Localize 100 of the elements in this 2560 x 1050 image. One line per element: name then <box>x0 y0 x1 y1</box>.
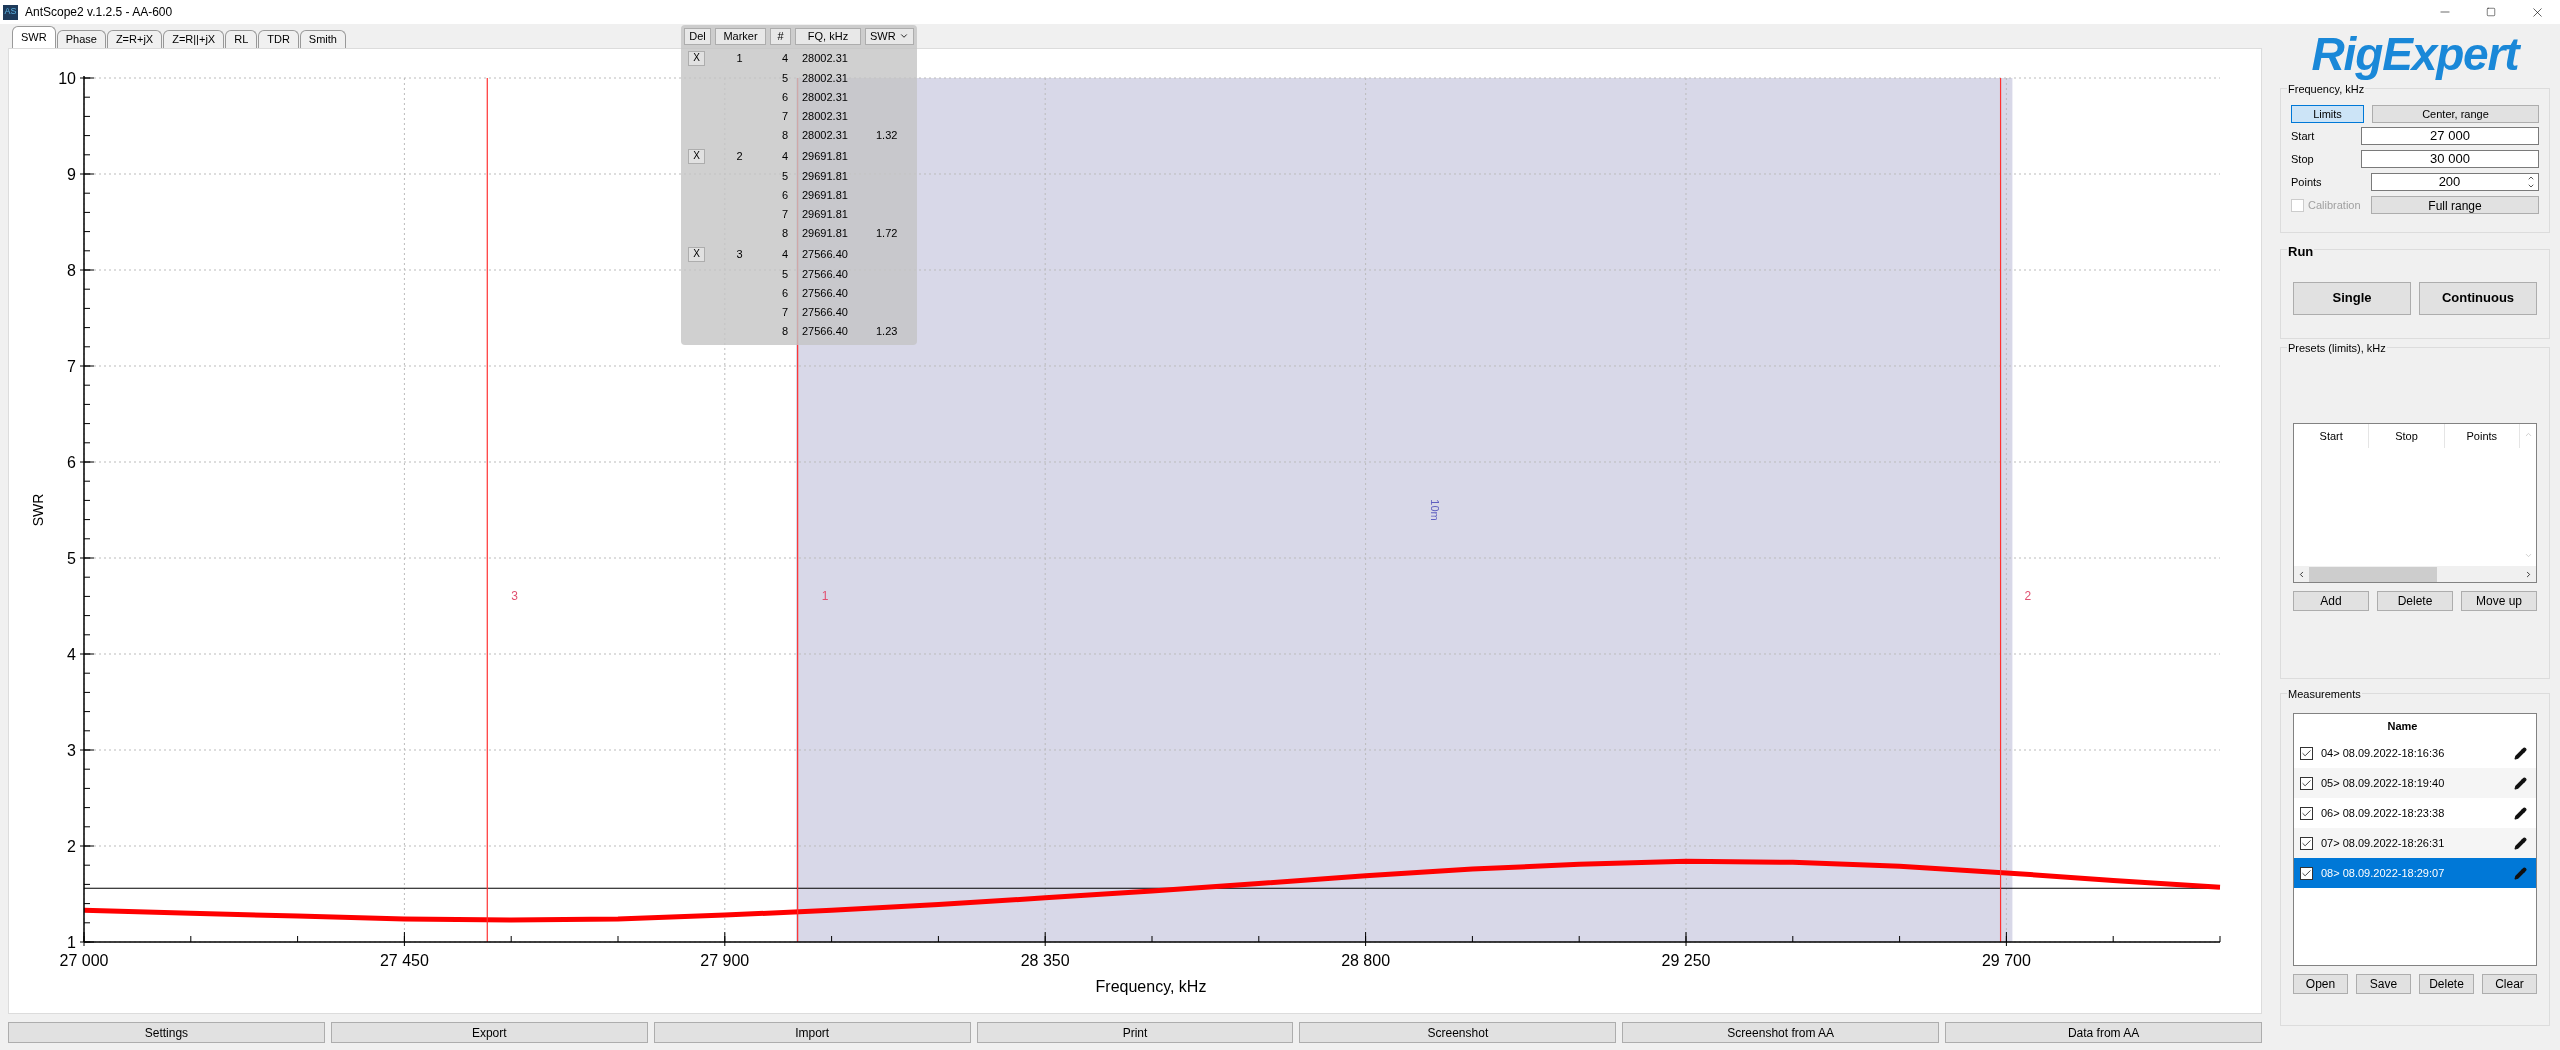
toolbar-button[interactable]: Settings <box>8 1022 325 1043</box>
run-button[interactable]: Single <box>2293 281 2411 315</box>
preset-button[interactable]: Add <box>2293 591 2369 611</box>
pencil-icon[interactable] <box>2514 746 2527 760</box>
checkbox[interactable] <box>2299 806 2313 820</box>
x-tick-label: 27 000 <box>59 952 109 969</box>
column-header[interactable]: Start <box>2294 424 2370 448</box>
table-cell-text: 29691.81 <box>802 188 848 204</box>
table-cell-text: 2 <box>736 148 743 164</box>
full-range-button[interactable]: Full range <box>2371 196 2539 214</box>
preset-button[interactable]: Move up <box>2461 591 2537 611</box>
table-cell-text: 6 <box>781 188 788 204</box>
checkbox[interactable] <box>2299 746 2313 760</box>
tab[interactable]: Z=R+jX <box>106 30 163 48</box>
column-header[interactable]: Points <box>2444 424 2520 448</box>
table-cell-text: 1 <box>736 50 743 66</box>
table-cell-text: 5 <box>781 71 788 87</box>
table-cell-text: 1.72 <box>876 226 898 242</box>
mode-button[interactable]: Limits <box>2291 105 2364 123</box>
x-axis-title: Frequency, kHz <box>1095 978 1207 995</box>
app-icon: AS <box>3 4 18 20</box>
marker-label: 3 <box>511 589 518 604</box>
table-cell-text: 27566.40 <box>802 324 848 340</box>
restore-icon <box>2486 7 2496 17</box>
table-cell-text: 28002.31 <box>802 50 848 66</box>
swr-column-selector[interactable]: SWR <box>865 27 914 45</box>
table-cell-text: 27566.40 <box>802 267 848 283</box>
table-cell-text: 1.32 <box>876 128 898 144</box>
table-cell-text: 8 <box>781 324 788 340</box>
measurement-row[interactable]: 05> 08.09.2022-18:19:40 <box>2294 768 2536 798</box>
window-title: AntScope2 v.1.2.5 - AA-600 <box>25 4 173 21</box>
toolbar-button[interactable]: Export <box>330 1022 648 1043</box>
column-header: FQ, kHz <box>795 27 861 45</box>
table-cell-text: 7 <box>781 109 788 125</box>
table-cell-text: 28002.31 <box>802 128 848 144</box>
measurement-row[interactable]: 08> 08.09.2022-18:29:07 <box>2294 858 2536 888</box>
column-header[interactable]: Name <box>2387 717 2418 735</box>
measurement-row[interactable]: 07> 08.09.2022-18:26:31 <box>2294 828 2536 858</box>
measurement-button[interactable]: Delete <box>2419 974 2474 994</box>
y-tick-label: 3 <box>67 742 76 759</box>
y-axis-title: SWR <box>30 493 46 527</box>
tab[interactable]: TDR <box>258 30 299 48</box>
y-tick-label: 10 <box>58 70 76 87</box>
checkbox[interactable] <box>2299 866 2313 880</box>
horizontal-scrollbar[interactable] <box>2294 566 2536 582</box>
spin-field[interactable]: 200 <box>2371 173 2539 191</box>
tab[interactable]: Z=R||+jX <box>163 30 225 48</box>
table-cell-text: 4 <box>781 246 788 262</box>
run-button[interactable]: Continuous <box>2419 281 2537 315</box>
measurement-button[interactable]: Clear <box>2482 974 2537 994</box>
table-cell-text: 27566.40 <box>802 286 848 302</box>
field-label: Start <box>2291 128 2316 144</box>
table-cell-text: 5 <box>781 267 788 283</box>
pencil-icon[interactable] <box>2514 836 2527 850</box>
tab[interactable]: RL <box>225 30 258 48</box>
pencil-icon[interactable] <box>2514 776 2527 790</box>
measurement-name: 07> 08.09.2022-18:26:31 <box>2320 835 2446 851</box>
input-field[interactable]: 30 000 <box>2361 150 2539 168</box>
toolbar-button[interactable]: Screenshot from AA <box>1622 1022 1940 1043</box>
y-tick-label: 5 <box>67 550 76 567</box>
scroll-left-icon[interactable] <box>2297 569 2306 579</box>
column-header: Del <box>684 27 711 45</box>
y-tick-label: 6 <box>67 454 76 471</box>
pencil-icon[interactable] <box>2514 806 2527 820</box>
remove-marker-button[interactable]: X <box>688 50 705 66</box>
remove-marker-button[interactable]: X <box>688 148 705 164</box>
toolbar-button[interactable]: Data from AA <box>1945 1022 2262 1043</box>
measurement-name: 06> 08.09.2022-18:23:38 <box>2320 805 2446 821</box>
checkbox[interactable] <box>2299 836 2313 850</box>
table-cell-text: 5 <box>781 169 788 185</box>
mode-button[interactable]: Center, range <box>2372 105 2539 123</box>
tab[interactable]: Smith <box>299 30 346 48</box>
preset-button[interactable]: Delete <box>2377 591 2453 611</box>
field-label: Stop <box>2291 151 2315 167</box>
column-header: # <box>770 27 791 45</box>
column-header: Marker <box>715 27 766 45</box>
checkbox-label: Calibration <box>2308 197 2362 213</box>
toolbar-button[interactable]: Screenshot <box>1299 1022 1617 1043</box>
measurement-button[interactable]: Open <box>2293 974 2348 994</box>
y-tick-label: 7 <box>67 358 76 375</box>
column-header[interactable]: Stop <box>2369 424 2445 448</box>
measurement-button[interactable]: Save <box>2356 974 2411 994</box>
remove-marker-button[interactable]: X <box>688 246 705 262</box>
marker-line[interactable] <box>1999 77 2002 943</box>
input-field[interactable]: 27 000 <box>2361 127 2539 145</box>
table-cell-text: 27566.40 <box>802 246 848 262</box>
y-tick-label: 8 <box>67 262 76 279</box>
tab[interactable]: SWR <box>12 26 56 48</box>
table-cell-text: 27566.40 <box>802 305 848 321</box>
x-tick-label: 27 900 <box>700 952 750 969</box>
tab[interactable]: Phase <box>56 30 106 48</box>
scroll-right-icon[interactable] <box>2524 569 2533 579</box>
table-cell-text: 7 <box>781 305 788 321</box>
checkbox[interactable] <box>2299 776 2313 790</box>
toolbar-button[interactable]: Print <box>976 1022 1294 1043</box>
x-tick-label: 27 450 <box>379 952 429 969</box>
measurement-name: 04> 08.09.2022-18:16:36 <box>2320 745 2446 761</box>
table-cell-text: 7 <box>781 207 788 223</box>
marker-line[interactable] <box>486 77 488 943</box>
toolbar-button[interactable]: Import <box>653 1022 971 1043</box>
